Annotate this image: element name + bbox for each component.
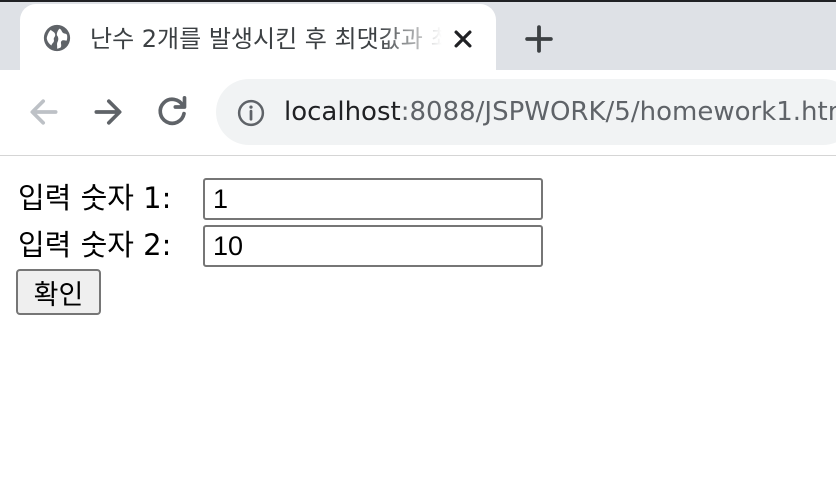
url-path: :8088/JSPWORK/5/homework1.html xyxy=(400,97,836,127)
confirm-button[interactable]: 확인 xyxy=(16,269,101,315)
arrow-left-icon[interactable] xyxy=(24,92,64,132)
globe-icon xyxy=(43,24,71,52)
arrow-right-icon[interactable] xyxy=(88,92,128,132)
tab-strip: 난수 2개를 발생시킨 후 최댓값과 최솟값 xyxy=(0,0,836,72)
browser-toolbar: localhost:8088/JSPWORK/5/homework1.html xyxy=(0,70,836,156)
number2-label: 입력 숫자 2: xyxy=(18,228,172,262)
tab-title: 난수 2개를 발생시킨 후 최댓값과 최솟값 xyxy=(90,25,442,53)
browser-chrome: 난수 2개를 발생시킨 후 최댓값과 최솟값 localhost:8088 xyxy=(0,0,836,156)
info-icon[interactable] xyxy=(236,98,266,128)
plus-icon[interactable] xyxy=(520,20,558,58)
number1-input[interactable] xyxy=(203,178,543,220)
browser-tab[interactable]: 난수 2개를 발생시킨 후 최댓값과 최솟값 xyxy=(20,4,496,72)
url-text: localhost:8088/JSPWORK/5/homework1.html xyxy=(284,93,836,131)
close-icon[interactable] xyxy=(448,24,478,54)
number2-input[interactable] xyxy=(203,225,543,267)
address-bar[interactable]: localhost:8088/JSPWORK/5/homework1.html xyxy=(216,79,836,145)
number1-label: 입력 숫자 1: xyxy=(18,181,172,215)
page-content: 입력 숫자 1: 입력 숫자 2: 확인 xyxy=(0,156,836,504)
reload-icon[interactable] xyxy=(152,92,192,132)
url-host: localhost xyxy=(284,97,401,127)
